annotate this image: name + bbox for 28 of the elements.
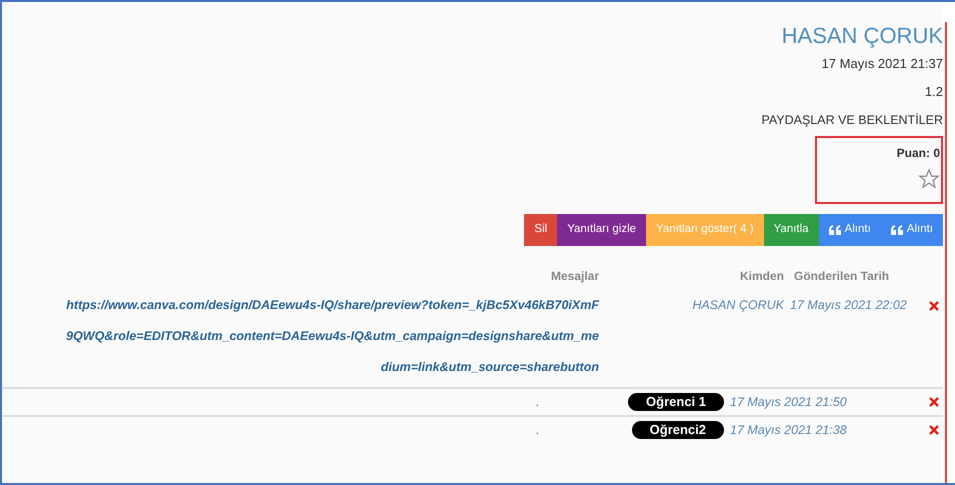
delete-icon[interactable] <box>929 397 939 407</box>
post-number: 1.2 <box>924 83 943 101</box>
quote-icon <box>890 225 903 235</box>
author-name: HASAN ÇORUK <box>782 22 943 50</box>
quote-icon <box>828 225 841 235</box>
message-link[interactable]: https://www.canva.com/design/DAEewu4s-IQ/share/preview?token=_kjBc5Xv46kB70iXmF9QWQ&role=EDITOR&utm_content=DAEewu4s-IQ&utm_campaign=designshare&utm_medium=link&utm_source=sharebutton <box>62 290 599 383</box>
action-button[interactable]: Yanıtları gizle <box>557 214 646 246</box>
delete-icon[interactable] <box>929 425 939 435</box>
star-icon[interactable] <box>918 168 940 190</box>
message-text: . <box>536 394 539 411</box>
score-label: Puan: 0 <box>896 145 940 162</box>
sender-name: Oğrenci 1 <box>628 393 724 411</box>
date-cell-text: 17 Mayıs 2021 21:38 <box>730 422 847 439</box>
date-cell-text: 17 Mayıs 2021 22:02 <box>790 297 907 314</box>
message-text: . <box>536 422 539 439</box>
topic-title: PAYDAŞLAR VE BEKLENTİLER <box>761 112 943 129</box>
column-header: Kimden <box>740 268 784 285</box>
quote-button[interactable]: Alıntı <box>880 214 943 246</box>
action-button[interactable]: Sil <box>524 214 558 246</box>
quote-button[interactable]: Alıntı <box>818 214 881 246</box>
column-header: Gönderilen Tarih <box>794 269 890 283</box>
date-cell-text: 17 Mayıs 2021 21:50 <box>730 394 847 411</box>
post-date: 17 Mayıs 2021 21:37 <box>822 55 943 73</box>
delete-icon[interactable] <box>929 301 939 311</box>
sender-name: HASAN ÇORUK <box>692 297 784 314</box>
sender-name: Oğrenci2 <box>632 421 724 439</box>
action-button[interactable]: Yanıtla <box>764 214 819 246</box>
column-header: Mesajlar <box>550 268 599 285</box>
